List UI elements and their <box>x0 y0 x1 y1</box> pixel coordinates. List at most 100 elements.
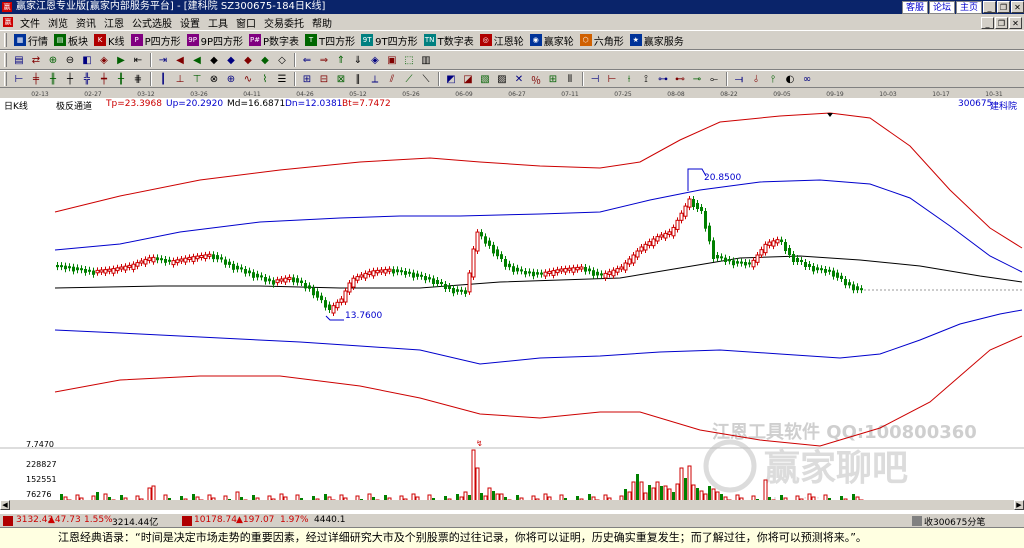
nav-tool-icon[interactable]: ⇥ <box>155 52 171 68</box>
nav-tool-icon[interactable]: ◆ <box>223 52 239 68</box>
menu-formula-screening[interactable]: 公式选股 <box>128 15 176 30</box>
draw-tool-icon[interactable]: ╪ <box>28 71 44 87</box>
draw-tool-icon[interactable]: ⊢ <box>11 71 27 87</box>
menu-trade[interactable]: 交易委托 <box>260 15 308 30</box>
menu-settings[interactable]: 设置 <box>176 15 204 30</box>
draw-tool-icon[interactable]: ⟊ <box>621 71 637 87</box>
draw-tool-icon[interactable]: ▧ <box>477 71 493 87</box>
draw-tool-icon[interactable]: ⫴ <box>562 71 578 87</box>
draw-tool-icon[interactable]: ⟜ <box>706 71 722 87</box>
draw-tool-icon[interactable]: ┃ <box>155 71 171 87</box>
nav-tool-icon[interactable]: ◈ <box>96 52 112 68</box>
menu-gann[interactable]: 江恩 <box>100 15 128 30</box>
draw-tool-icon[interactable]: ⊠ <box>333 71 349 87</box>
draw-tool-icon[interactable]: ┿ <box>96 71 112 87</box>
doc-restore-button[interactable]: ❐ <box>995 17 1008 29</box>
menu-help[interactable]: 帮助 <box>308 15 336 30</box>
draw-tool-icon[interactable]: ╫ <box>45 71 61 87</box>
nav-tool-icon[interactable]: ⊖ <box>62 52 78 68</box>
nav-tool-icon[interactable]: ◀ <box>189 52 205 68</box>
toolbar-button-11[interactable]: ◉ 赢家轮 <box>527 33 577 48</box>
draw-tool-icon[interactable]: ⟋ <box>401 71 417 87</box>
close-button[interactable]: ✕ <box>1011 1 1024 13</box>
homepage-link[interactable]: 主页 <box>955 1 982 14</box>
toolbar-button-12[interactable]: ⬡ 六角形 <box>577 33 627 48</box>
draw-tool-icon[interactable]: ◩ <box>443 71 459 87</box>
nav-tool-icon[interactable]: ⇑ <box>333 52 349 68</box>
draw-tool-icon[interactable]: ╬ <box>79 71 95 87</box>
draw-tool-icon[interactable]: ⊕ <box>223 71 239 87</box>
customer-service-link[interactable]: 客服 <box>901 1 928 14</box>
draw-tool-icon[interactable]: ⊶ <box>655 71 671 87</box>
draw-tool-icon[interactable]: ⌇ <box>257 71 273 87</box>
draw-tool-icon[interactable]: ⊥ <box>172 71 188 87</box>
draw-tool-icon[interactable]: ⫰ <box>748 71 764 87</box>
draw-tool-icon[interactable]: ⋕ <box>130 71 146 87</box>
nav-tool-icon[interactable]: ◇ <box>274 52 290 68</box>
restore-button[interactable]: ❐ <box>997 1 1010 13</box>
nav-tool-icon[interactable]: ◆ <box>206 52 222 68</box>
toolbar-button-4[interactable]: P P四方形 <box>128 33 184 48</box>
draw-tool-icon[interactable]: ∿ <box>240 71 256 87</box>
draw-tool-icon[interactable]: ┼ <box>62 71 78 87</box>
draw-tool-icon[interactable]: ⊟ <box>316 71 332 87</box>
nav-tool-icon[interactable]: ◆ <box>257 52 273 68</box>
nav-tool-icon[interactable]: ◆ <box>240 52 256 68</box>
nav-tool-icon[interactable]: ▤ <box>11 52 27 68</box>
nav-tool-icon[interactable]: ⇐ <box>299 52 315 68</box>
toolbar-button-13[interactable]: ★ 赢家服务 <box>627 33 687 48</box>
draw-tool-icon[interactable]: ％ <box>528 71 544 87</box>
toolbar-button-8[interactable]: 9T 9T四方形 <box>358 33 420 48</box>
document-icon[interactable]: 赢 <box>3 17 13 27</box>
shenzhen-index-icon[interactable] <box>182 516 192 526</box>
draw-tool-icon[interactable]: ⟞ <box>731 71 747 87</box>
toolbar-button-1[interactable]: ▦ 行情 <box>11 33 51 48</box>
draw-tool-icon[interactable]: ◪ <box>460 71 476 87</box>
nav-tool-icon[interactable]: ⬚ <box>401 52 417 68</box>
toolbar-button-2[interactable]: ▤ 板块 <box>51 33 91 48</box>
draw-tool-icon[interactable]: ⊞ <box>545 71 561 87</box>
kline-chart[interactable]: 江恩工具软件 QQ:100800360 赢家聊吧 iaoba.yinj 7.74… <box>0 98 1024 510</box>
nav-tool-icon[interactable]: ▣ <box>384 52 400 68</box>
draw-tool-icon[interactable]: ∥ <box>350 71 366 87</box>
nav-tool-icon[interactable]: ▥ <box>418 52 434 68</box>
nav-tool-icon[interactable]: ◀ <box>172 52 188 68</box>
shanghai-index-icon[interactable] <box>3 516 13 526</box>
draw-tool-icon[interactable]: ✕ <box>511 71 527 87</box>
draw-tool-icon[interactable]: ▨ <box>494 71 510 87</box>
nav-tool-icon[interactable]: ◈ <box>367 52 383 68</box>
draw-tool-icon[interactable]: ⊞ <box>299 71 315 87</box>
doc-close-button[interactable]: ✕ <box>1009 17 1022 29</box>
toolbar-grip[interactable] <box>4 53 7 67</box>
draw-tool-icon[interactable]: ⊷ <box>672 71 688 87</box>
draw-tool-icon[interactable]: ⊤ <box>189 71 205 87</box>
toolbar-button-5[interactable]: 9P 9P四方形 <box>184 33 246 48</box>
draw-tool-icon[interactable]: ╂ <box>113 71 129 87</box>
menu-window[interactable]: 窗口 <box>232 15 260 30</box>
toolbar-grip[interactable] <box>4 33 7 47</box>
draw-tool-icon[interactable]: ⊗ <box>206 71 222 87</box>
menu-tools[interactable]: 工具 <box>204 15 232 30</box>
period-label[interactable]: 日K线 <box>4 99 28 112</box>
draw-tool-icon[interactable]: ⟂ <box>367 71 383 87</box>
toolbar-grip[interactable] <box>4 72 7 86</box>
toolbar-button-7[interactable]: T T四方形 <box>302 33 358 48</box>
horizontal-scrollbar[interactable]: ◀ ▶ <box>0 500 1024 510</box>
forum-link[interactable]: 论坛 <box>928 1 955 14</box>
minimize-button[interactable]: _ <box>983 1 996 13</box>
menu-browse[interactable]: 浏览 <box>44 15 72 30</box>
scroll-left-icon[interactable]: ◀ <box>0 500 10 510</box>
nav-tool-icon[interactable]: ▶ <box>113 52 129 68</box>
nav-tool-icon[interactable]: ⇒ <box>316 52 332 68</box>
draw-tool-icon[interactable]: ⊸ <box>689 71 705 87</box>
toolbar-button-9[interactable]: TN T数字表 <box>421 33 477 48</box>
nav-tool-icon[interactable]: ⇤ <box>130 52 146 68</box>
draw-tool-icon[interactable]: ⫽ <box>384 71 400 87</box>
toolbar-button-3[interactable]: K K线 <box>91 33 128 48</box>
nav-tool-icon[interactable]: ◧ <box>79 52 95 68</box>
nav-tool-icon[interactable]: ⇄ <box>28 52 44 68</box>
draw-tool-icon[interactable]: ☰ <box>274 71 290 87</box>
draw-tool-icon[interactable]: ∞ <box>799 71 815 87</box>
toolbar-button-6[interactable]: P# P数字表 <box>246 33 302 48</box>
doc-minimize-button[interactable]: _ <box>981 17 994 29</box>
